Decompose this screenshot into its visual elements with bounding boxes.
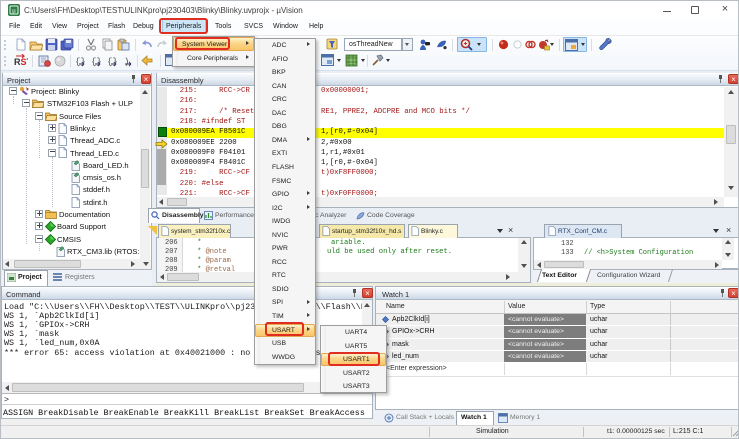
svg-text:RST: RST [14,57,28,67]
svg-text:{}: {} [91,57,102,67]
svg-text:): ) [124,57,129,67]
svg-text:{}: {} [107,57,118,67]
svg-text:µ: µ [12,9,16,15]
svg-text:{}: {} [75,57,86,67]
